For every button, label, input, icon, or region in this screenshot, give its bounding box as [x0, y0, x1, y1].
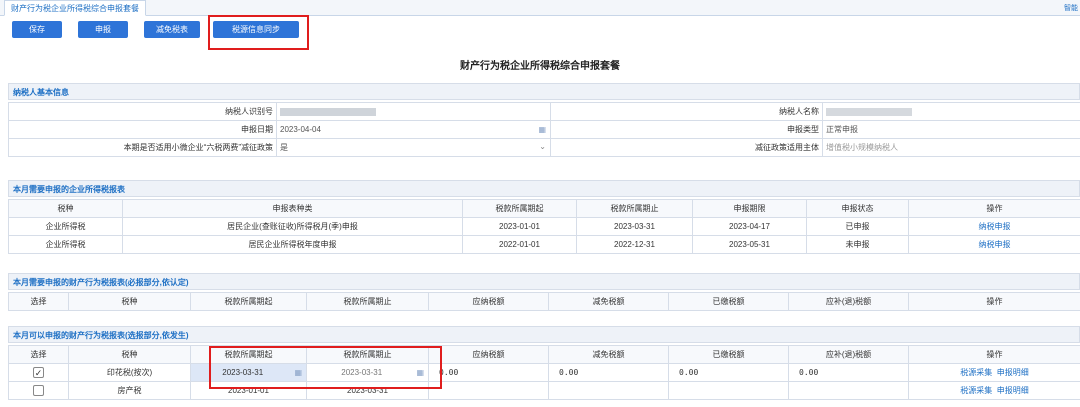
cit-end-cell: 2023-03-31 — [576, 217, 693, 236]
tax-type-cell: 房产税 — [68, 381, 191, 400]
calendar-icon[interactable]: ▦ — [538, 125, 546, 134]
paid-cell — [668, 381, 789, 400]
cit-header: 税种 — [8, 199, 123, 218]
section-optional-property: 本月可以申报的财产行为税报表(选报部分,依发生) — [8, 326, 1080, 343]
small-policy-value: 是 — [280, 143, 288, 152]
declare-type-value: 正常申报 — [822, 120, 1080, 139]
table-row: 房产税 2023-01-01 2023-03-31 税源采集 申报明细 — [8, 381, 1080, 400]
cit-status-cell: 已申报 — [806, 217, 909, 236]
tax-type-cell: 印花税(按次) — [68, 363, 191, 382]
cit-end-cell: 2022-12-31 — [576, 235, 693, 254]
optional-header: 应补(退)税额 — [788, 345, 909, 364]
select-cell — [8, 381, 69, 400]
tax-declare-link[interactable]: 纳税申报 — [979, 222, 1011, 231]
required-header: 税款所属期止 — [306, 292, 429, 311]
cit-deadline-cell: 2023-05-31 — [692, 235, 807, 254]
optional-header: 减免税额 — [548, 345, 669, 364]
chevron-down-icon[interactable]: ⌄ — [539, 142, 546, 151]
cit-header: 税款所属期止 — [576, 199, 693, 218]
relief-cell: 0.00 — [548, 363, 669, 382]
page-title: 财产行为税企业所得税综合申报套餐 — [460, 61, 620, 72]
tax-declare-link[interactable]: 纳税申报 — [979, 240, 1011, 249]
redacted-taxpayer-name — [826, 107, 912, 116]
section-basic-info: 纳税人基本信息 — [8, 83, 1080, 100]
optional-header: 操作 — [908, 345, 1080, 364]
declare-detail-link[interactable]: 申报明细 — [997, 386, 1029, 395]
due-cell: 0.00 — [788, 363, 909, 382]
required-header: 减免税额 — [548, 292, 669, 311]
optional-header: 税种 — [68, 345, 191, 364]
required-header: 应纳税额 — [428, 292, 549, 311]
table-row: ✓ 印花税(按次) 2023-03-31 ▦ 2023-03-31 ▦ 0.00 0… — [8, 363, 1080, 382]
declare-date-field[interactable]: 2023-04-04 ▦ — [276, 120, 551, 139]
top-tab-bar: 财产行为税企业所得税综合申报套餐 智能 — [0, 0, 1080, 16]
required-header: 选择 — [8, 292, 69, 311]
basic-info-table: 纳税人识别号 纳税人名称 申报日期 2023-04-04 ▦ 申报类型 正常申报 … — [8, 102, 1080, 157]
help-link[interactable]: 智能 — [1064, 3, 1078, 13]
cit-form-cell: 居民企业(查账征收)所得税月(季)申报 — [122, 217, 463, 236]
cit-form-cell: 居民企业所得税年度申报 — [122, 235, 463, 254]
relief-subject-value: 增值税小规模纳税人 — [822, 138, 1080, 157]
small-policy-label: 本期是否适用小微企业“六税两费”减征政策 — [8, 138, 277, 157]
cit-header: 申报期限 — [692, 199, 807, 218]
cit-tax-cell: 企业所得税 — [8, 217, 123, 236]
cit-header: 税款所属期起 — [462, 199, 577, 218]
paid-cell: 0.00 — [668, 363, 789, 382]
taxpayer-id-value — [276, 102, 551, 121]
taxpayer-name-label: 纳税人名称 — [550, 102, 823, 121]
declare-button[interactable]: 申报 — [78, 21, 128, 38]
required-header: 税种 — [68, 292, 191, 311]
table-row: 企业所得税 居民企业所得税年度申报 2022-01-01 2022-12-31 … — [8, 235, 1080, 254]
required-header: 应补(退)税额 — [788, 292, 909, 311]
taxpayer-name-value — [822, 102, 1080, 121]
taxpayer-id-label: 纳税人识别号 — [8, 102, 277, 121]
cit-start-cell: 2022-01-01 — [462, 235, 577, 254]
tax-source-collect-link[interactable]: 税源采集 — [960, 368, 992, 377]
cit-header: 申报表种类 — [122, 199, 463, 218]
cit-header: 申报状态 — [806, 199, 909, 218]
payable-cell: 0.00 — [428, 363, 549, 382]
cit-table: 税种 申报表种类 税款所属期起 税款所属期止 申报期限 申报状态 操作 企业所得… — [8, 199, 1080, 254]
relief-subject-label: 减征政策适用主体 — [550, 138, 823, 157]
declare-date-label: 申报日期 — [8, 120, 277, 139]
cit-tax-cell: 企业所得税 — [8, 235, 123, 254]
optional-header: 应纳税额 — [428, 345, 549, 364]
cit-status-cell: 未申报 — [806, 235, 909, 254]
small-policy-select[interactable]: 是 ⌄ — [276, 138, 551, 157]
highlight-date-columns — [209, 346, 442, 389]
row-checkbox[interactable]: ✓ — [33, 367, 44, 378]
section-required-property: 本月需要申报的财产行为税报表(必报部分,依认定) — [8, 273, 1080, 290]
highlight-sync-button — [208, 15, 309, 50]
required-header: 税款所属期起 — [190, 292, 307, 311]
cit-action-cell: 纳税申报 — [908, 235, 1080, 254]
cit-start-cell: 2023-01-01 — [462, 217, 577, 236]
redacted-taxpayer-id — [280, 107, 376, 116]
due-cell — [788, 381, 909, 400]
cit-header: 操作 — [908, 199, 1080, 218]
row-checkbox[interactable] — [33, 385, 44, 396]
required-table: 选择 税种 税款所属期起 税款所属期止 应纳税额 减免税额 已缴税额 应补(退)… — [8, 292, 1080, 311]
declare-detail-link[interactable]: 申报明细 — [997, 368, 1029, 377]
table-row: 企业所得税 居民企业(查账征收)所得税月(季)申报 2023-01-01 202… — [8, 217, 1080, 236]
optional-header: 已缴税额 — [668, 345, 789, 364]
action-cell: 税源采集 申报明细 — [908, 381, 1080, 400]
required-header: 已缴税额 — [668, 292, 789, 311]
declare-type-label: 申报类型 — [550, 120, 823, 139]
tax-source-collect-link[interactable]: 税源采集 — [960, 386, 992, 395]
payable-cell — [428, 381, 549, 400]
declare-date-value: 2023-04-04 — [280, 125, 321, 134]
select-cell: ✓ — [8, 363, 69, 382]
optional-header: 选择 — [8, 345, 69, 364]
relief-cell — [548, 381, 669, 400]
cit-action-cell: 纳税申报 — [908, 217, 1080, 236]
cit-deadline-cell: 2023-04-17 — [692, 217, 807, 236]
relief-table-button[interactable]: 减免税表 — [144, 21, 200, 38]
save-button[interactable]: 保存 — [12, 21, 62, 38]
optional-table: 选择 税种 税款所属期起 税款所属期止 应纳税额 减免税额 已缴税额 应补(退)… — [8, 345, 1080, 400]
tab-main[interactable]: 财产行为税企业所得税综合申报套餐 — [4, 0, 146, 16]
action-cell: 税源采集 申报明细 — [908, 363, 1080, 382]
section-cit: 本月需要申报的企业所得税报表 — [8, 180, 1080, 197]
required-header: 操作 — [908, 292, 1080, 311]
